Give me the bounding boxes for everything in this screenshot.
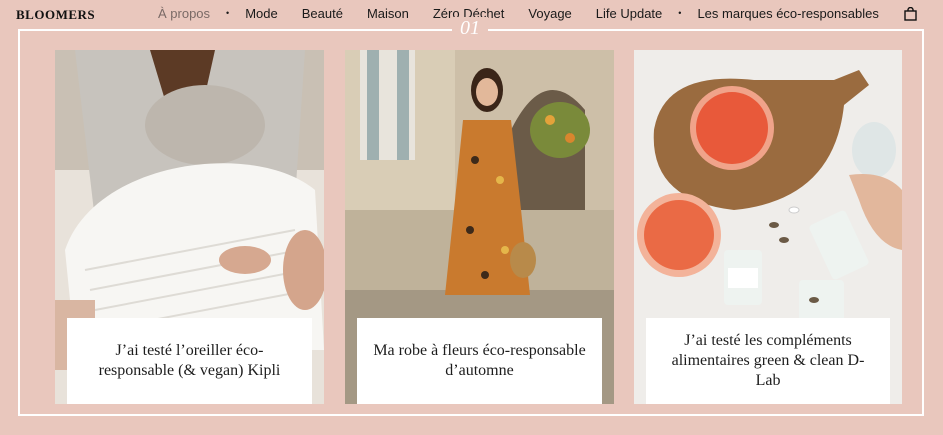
article-caption-box[interactable]: Ma robe à fleurs éco-responsable d’autom… [357, 318, 602, 404]
article-caption-box[interactable]: J’ai testé les compléments alimentaires … [646, 318, 890, 404]
article-title[interactable]: J’ai testé les compléments alimentaires … [660, 331, 876, 391]
site-logo[interactable]: BLOOMERS [16, 7, 95, 23]
article-card-kipli[interactable]: J’ai testé l’oreiller éco-responsable (&… [55, 50, 324, 404]
nav-item-beaute[interactable]: Beauté [302, 6, 343, 21]
article-card-dlab[interactable]: J’ai testé les compléments alimentaires … [634, 50, 902, 404]
frame-monogram: 01 [452, 17, 488, 39]
nav-item-marques[interactable]: Les marques éco-responsables [697, 6, 878, 21]
article-title[interactable]: J’ai testé l’oreiller éco-responsable (&… [81, 341, 298, 381]
nav-item-life-update[interactable]: Life Update [596, 6, 663, 21]
nav-item-voyage[interactable]: Voyage [528, 6, 571, 21]
article-card-robe[interactable]: Ma robe à fleurs éco-responsable d’autom… [345, 50, 614, 404]
nav-separator: • [226, 7, 230, 18]
nav-item-a-propos[interactable]: À propos [158, 6, 210, 21]
article-caption-box[interactable]: J’ai testé l’oreiller éco-responsable (&… [67, 318, 312, 404]
nav-item-maison[interactable]: Maison [367, 6, 409, 21]
main-menu: À propos • Mode Beauté Maison Zéro Déche… [158, 6, 879, 21]
article-title[interactable]: Ma robe à fleurs éco-responsable d’autom… [371, 341, 588, 381]
nav-item-mode[interactable]: Mode [245, 6, 278, 21]
nav-separator: • [678, 7, 682, 18]
shopping-bag-icon[interactable] [904, 7, 917, 21]
